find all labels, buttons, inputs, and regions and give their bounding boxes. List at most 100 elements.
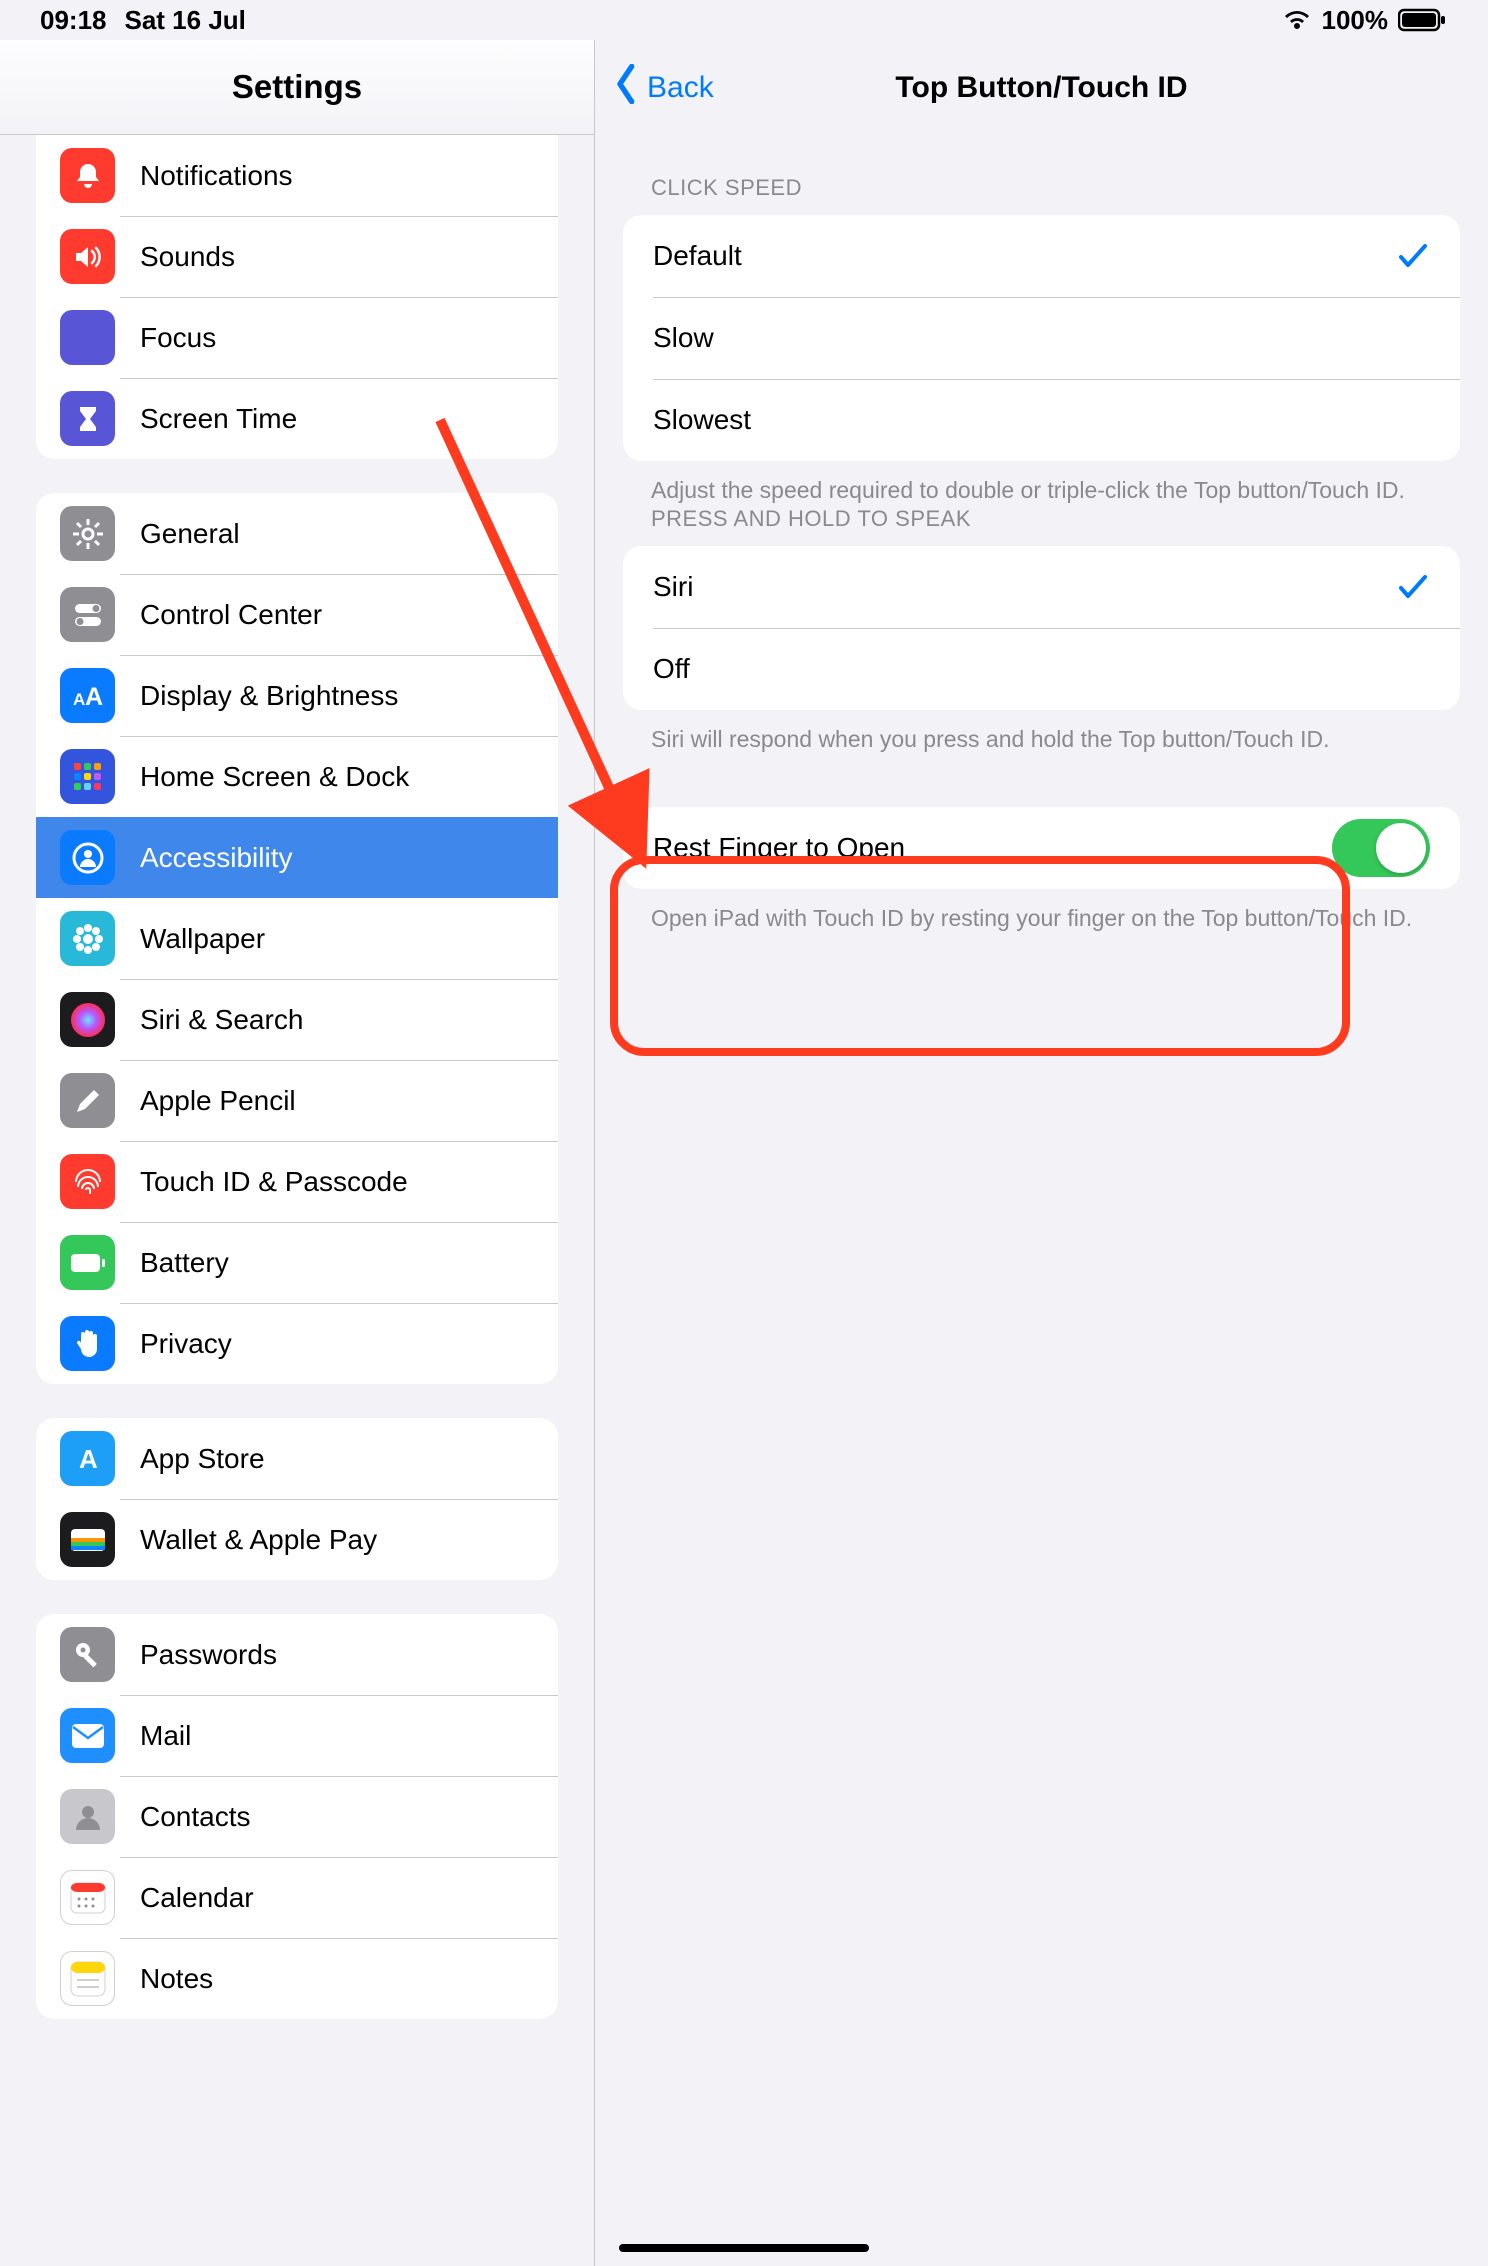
status-time: 09:18: [40, 5, 107, 36]
contact-icon: [60, 1789, 115, 1844]
sidebar-group: Notifications Sounds Focus Screen Time: [36, 135, 558, 459]
sidebar-item-notes[interactable]: Notes: [36, 1938, 558, 2019]
appstore-icon: A: [60, 1431, 115, 1486]
sidebar-item-label: Display & Brightness: [140, 680, 398, 712]
sidebar-item-focus[interactable]: Focus: [36, 297, 558, 378]
sidebar-item-appstore[interactable]: AApp Store: [36, 1418, 558, 1499]
mail-icon: [60, 1708, 115, 1763]
sidebar-item-general[interactable]: General: [36, 493, 558, 574]
sidebar-group: AApp Store Wallet & Apple Pay: [36, 1418, 558, 1580]
sidebar-item-screentime[interactable]: Screen Time: [36, 378, 558, 459]
row-label: Rest Finger to Open: [653, 832, 905, 864]
sidebar-item-notifications[interactable]: Notifications: [36, 135, 558, 216]
detail-pane: Back Top Button/Touch ID CLICK SPEEDDefa…: [595, 40, 1488, 2266]
sidebar-item-label: Home Screen & Dock: [140, 761, 409, 793]
aa-icon: AA: [60, 668, 115, 723]
sidebar-item-label: Privacy: [140, 1328, 232, 1360]
sidebar-item-passwords[interactable]: Passwords: [36, 1614, 558, 1695]
option-row[interactable]: Default: [623, 215, 1460, 297]
key-icon: [60, 1627, 115, 1682]
sidebar-item-accessibility[interactable]: Accessibility: [36, 817, 558, 898]
svg-text:A: A: [85, 683, 103, 711]
row-label: Slow: [653, 322, 714, 354]
section-footer: Siri will respond when you press and hol…: [595, 710, 1488, 755]
hourglass-icon: [60, 391, 115, 446]
toggles-icon: [60, 587, 115, 642]
speaker-icon: [60, 229, 115, 284]
sidebar-item-label: Notes: [140, 1963, 213, 1995]
flower-icon: [60, 911, 115, 966]
chevron-left-icon: [613, 64, 641, 112]
option-row[interactable]: Siri: [623, 546, 1460, 628]
sidebar-item-label: Contacts: [140, 1801, 251, 1833]
option-row[interactable]: Slow: [623, 297, 1460, 379]
settings-card: Siri Off: [623, 546, 1460, 710]
pencil-icon: [60, 1073, 115, 1128]
checkmark-icon: [1396, 570, 1430, 604]
person-icon: [60, 830, 115, 885]
sidebar-item-calendar[interactable]: Calendar: [36, 1857, 558, 1938]
sidebar-item-controlcenter[interactable]: Control Center: [36, 574, 558, 655]
option-row[interactable]: Slowest: [623, 379, 1460, 461]
notes-icon: [60, 1951, 115, 2006]
wifi-icon: [1282, 8, 1312, 32]
svg-text:A: A: [73, 690, 85, 709]
row-label: Off: [653, 653, 690, 685]
sidebar-title: Settings: [0, 40, 594, 135]
sidebar-group: Passwords Mail Contacts Calendar Notes: [36, 1614, 558, 2019]
toggle-switch[interactable]: [1332, 819, 1430, 877]
sidebar-item-siri[interactable]: Siri & Search: [36, 979, 558, 1060]
moon-icon: [60, 310, 115, 365]
section-footer: Adjust the speed required to double or t…: [595, 461, 1488, 506]
sidebar-item-privacy[interactable]: Privacy: [36, 1303, 558, 1384]
hand-icon: [60, 1316, 115, 1371]
battery-icon: [60, 1235, 115, 1290]
settings-card: Default Slow Slowest: [623, 215, 1460, 461]
sidebar-item-label: General: [140, 518, 240, 550]
sidebar-item-label: Calendar: [140, 1882, 254, 1914]
option-row[interactable]: Off: [623, 628, 1460, 710]
sidebar-item-touchid[interactable]: Touch ID & Passcode: [36, 1141, 558, 1222]
section-header: PRESS AND HOLD TO SPEAK: [595, 506, 1488, 546]
sidebar-item-homescreen[interactable]: Home Screen & Dock: [36, 736, 558, 817]
row-label: Siri: [653, 571, 693, 603]
grid-icon: [60, 749, 115, 804]
sidebar-item-pencil[interactable]: Apple Pencil: [36, 1060, 558, 1141]
sidebar-item-label: Accessibility: [140, 842, 292, 874]
finger-icon: [60, 1154, 115, 1209]
sidebar-item-label: Apple Pencil: [140, 1085, 296, 1117]
battery-icon: [1398, 8, 1448, 32]
sidebar-item-battery[interactable]: Battery: [36, 1222, 558, 1303]
sidebar-group: General Control Center AA Display & Brightn…: [36, 493, 558, 1384]
rest-finger-card: Rest Finger to Open: [623, 807, 1460, 889]
battery-percent: 100%: [1322, 5, 1389, 36]
nav-bar: Back Top Button/Touch ID: [595, 40, 1488, 135]
sidebar-item-label: Wallet & Apple Pay: [140, 1524, 377, 1556]
sidebar-item-mail[interactable]: Mail: [36, 1695, 558, 1776]
status-date: Sat 16 Jul: [125, 5, 246, 36]
sidebar-item-wallet[interactable]: Wallet & Apple Pay: [36, 1499, 558, 1580]
row-label: Default: [653, 240, 742, 272]
home-indicator: [619, 2244, 869, 2252]
sidebar-item-display[interactable]: AA Display & Brightness: [36, 655, 558, 736]
sidebar-scroll[interactable]: Notifications Sounds Focus Screen Time Gener…: [0, 135, 594, 2266]
siri-icon: [60, 992, 115, 1047]
sidebar-item-label: Notifications: [140, 160, 293, 192]
back-button[interactable]: Back: [613, 40, 714, 135]
gear-icon: [60, 506, 115, 561]
sidebar-item-label: Touch ID & Passcode: [140, 1166, 408, 1198]
settings-sidebar: Settings Notifications Sounds Focus Screen …: [0, 40, 595, 2266]
sidebar-item-label: Sounds: [140, 241, 235, 273]
sidebar-item-contacts[interactable]: Contacts: [36, 1776, 558, 1857]
bell-icon: [60, 148, 115, 203]
toggle-row[interactable]: Rest Finger to Open: [623, 807, 1460, 889]
sidebar-item-label: Passwords: [140, 1639, 277, 1671]
sidebar-item-label: Screen Time: [140, 403, 297, 435]
sidebar-item-wallpaper[interactable]: Wallpaper: [36, 898, 558, 979]
sidebar-item-label: Wallpaper: [140, 923, 265, 955]
sidebar-item-label: Focus: [140, 322, 216, 354]
back-label: Back: [647, 71, 714, 105]
status-bar: 09:18 Sat 16 Jul 100%: [0, 0, 1488, 40]
section-header: CLICK SPEED: [595, 135, 1488, 215]
sidebar-item-sounds[interactable]: Sounds: [36, 216, 558, 297]
